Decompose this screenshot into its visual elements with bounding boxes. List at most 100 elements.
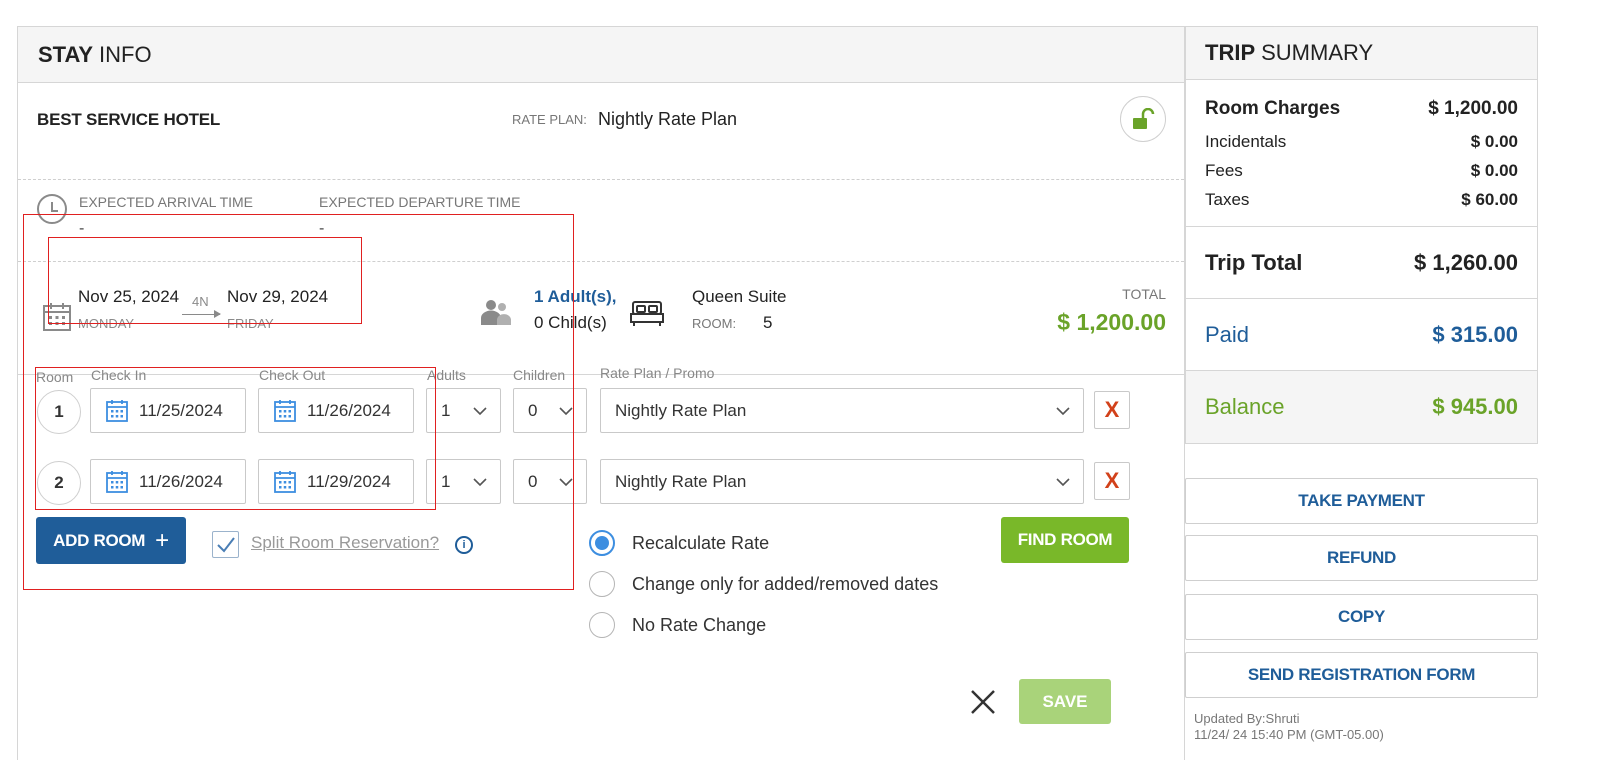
arrival-time-value: - <box>79 220 85 237</box>
chevron-down-icon <box>559 478 573 487</box>
paid-label: Paid <box>1205 321 1250 347</box>
fees-label: Fees <box>1205 161 1243 180</box>
rate-plan-value: Nightly Rate Plan <box>615 471 747 491</box>
add-room-label: ADD ROOM <box>53 530 146 550</box>
taxes-label: Taxes <box>1205 190 1250 209</box>
taxes-value: $ 60.00 <box>1461 190 1518 209</box>
balance-row: Balance $ 945.00 <box>1186 371 1537 443</box>
departure-time-label: EXPECTED DEPARTURE TIME <box>319 194 521 210</box>
room-number-badge: 2 <box>37 461 81 505</box>
trip-summary-title-bold: TRIP <box>1205 40 1256 65</box>
send-registration-form-button[interactable]: SEND REGISTRATION FORM <box>1185 652 1538 698</box>
trip-summary-title: SUMMARY <box>1261 40 1374 65</box>
bed-icon <box>630 301 664 326</box>
copy-button[interactable]: COPY <box>1185 594 1538 640</box>
add-room-button[interactable]: ADD ROOM + <box>36 517 186 564</box>
fees-line: Fees $ 0.00 <box>1205 161 1518 181</box>
children-select[interactable]: 0 <box>513 459 587 504</box>
fees-value: $ 0.00 <box>1470 161 1518 180</box>
rate-plan-label: RATE PLAN: <box>512 112 587 127</box>
room-number-badge: 1 <box>37 390 81 434</box>
info-icon[interactable]: i <box>455 536 473 554</box>
check-in-input[interactable]: 11/25/2024 <box>90 388 246 433</box>
check-in-day: MONDAY <box>78 316 135 331</box>
col-check-out: Check Out <box>259 367 326 383</box>
chevron-down-icon <box>1056 478 1070 487</box>
refund-button[interactable]: REFUND <box>1185 535 1538 581</box>
chevron-down-icon <box>1056 407 1070 416</box>
trip-summary-header: TRIP SUMMARY <box>1186 27 1537 80</box>
check-out-input[interactable]: 11/26/2024 <box>258 388 414 433</box>
calendar-icon <box>105 399 129 423</box>
trip-total-value: $ 1,260.00 <box>1414 249 1518 275</box>
rate-plan-select[interactable]: Nightly Rate Plan <box>600 388 1084 433</box>
departure-time-value: - <box>319 220 325 237</box>
check-in-value: 11/26/2024 <box>139 471 223 491</box>
check-in-value: 11/25/2024 <box>139 400 223 420</box>
check-out-date: Nov 29, 2024 <box>227 287 329 306</box>
guests-icon <box>481 300 511 325</box>
stay-summary-row: Nov 25, 2024 MONDAY 4N Nov 29, 2024 FRID… <box>18 262 1184 375</box>
adults-select[interactable]: 1 <box>426 459 501 504</box>
check-out-input[interactable]: 11/29/2024 <box>258 459 414 504</box>
hotel-name: BEST SERVICE HOTEL <box>37 110 221 129</box>
close-icon[interactable] <box>967 686 999 718</box>
adults-link[interactable]: 1 Adult(s), <box>534 287 616 307</box>
room-charges-value: $ 1,200.00 <box>1428 98 1518 119</box>
col-check-in: Check In <box>91 367 147 383</box>
paid-value: $ 315.00 <box>1432 321 1518 347</box>
split-room-checkbox[interactable] <box>212 531 239 558</box>
no-rate-change-label[interactable]: No Rate Change <box>632 615 766 636</box>
take-payment-button[interactable]: TAKE PAYMENT <box>1185 478 1538 524</box>
nights-count: 4N <box>192 294 209 309</box>
clock-icon <box>37 194 67 224</box>
remove-room-button[interactable]: X <box>1094 391 1130 429</box>
unlock-icon <box>1133 108 1155 129</box>
incidentals-label: Incidentals <box>1205 132 1287 151</box>
nights-arrow <box>182 310 221 318</box>
plus-icon: + <box>155 526 169 554</box>
trip-total-label: Trip Total <box>1205 249 1303 275</box>
taxes-line: Taxes $ 60.00 <box>1205 190 1518 210</box>
balance-label: Balance <box>1205 394 1285 419</box>
chevron-down-icon <box>473 407 487 416</box>
col-rate-plan: Rate Plan / Promo <box>600 365 715 381</box>
adults-value: 1 <box>441 400 451 420</box>
calendar-icon <box>43 303 71 331</box>
calendar-icon <box>273 399 297 423</box>
children-value: 0 <box>528 400 538 420</box>
close-icon: X <box>1104 468 1120 493</box>
remove-room-button[interactable]: X <box>1094 462 1130 500</box>
find-room-button[interactable]: FIND ROOM <box>1001 517 1129 563</box>
rate-plan-select[interactable]: Nightly Rate Plan <box>600 459 1084 504</box>
room-charges-label: Room Charges <box>1205 98 1341 119</box>
radio-no-rate-change[interactable] <box>589 612 615 638</box>
trip-summary-panel: TRIP SUMMARY Room Charges $ 1,200.00 Inc… <box>1185 26 1538 444</box>
room-label: ROOM: <box>692 316 737 331</box>
calendar-icon <box>105 470 129 494</box>
check-out-value: 11/29/2024 <box>307 471 391 491</box>
room-charges-line: Room Charges $ 1,200.00 <box>1205 98 1518 120</box>
recalculate-rate-label[interactable]: Recalculate Rate <box>632 533 769 554</box>
unlock-button[interactable] <box>1120 96 1166 142</box>
chevron-down-icon <box>559 407 573 416</box>
rate-plan-value: Nightly Rate Plan <box>598 109 738 129</box>
updated-at: 11/24/ 24 15:40 PM (GMT-05.00) <box>1194 727 1384 742</box>
updated-by: Updated By:Shruti <box>1194 711 1300 726</box>
save-button[interactable]: SAVE <box>1019 679 1111 724</box>
adults-select[interactable]: 1 <box>426 388 501 433</box>
paid-row: Paid $ 315.00 <box>1186 299 1537 371</box>
close-icon: X <box>1104 397 1120 422</box>
split-room-link[interactable]: Split Room Reservation? <box>251 533 439 553</box>
radio-recalculate-rate[interactable] <box>589 530 615 556</box>
incidentals-line: Incidentals $ 0.00 <box>1205 132 1518 152</box>
children-select[interactable]: 0 <box>513 388 587 433</box>
change-added-removed-label[interactable]: Change only for added/removed dates <box>632 574 938 595</box>
room-number: 5 <box>763 313 773 332</box>
trip-total-row: Trip Total $ 1,260.00 <box>1186 227 1537 299</box>
children-value: 0 <box>528 471 538 491</box>
check-in-input[interactable]: 11/26/2024 <box>90 459 246 504</box>
radio-change-added-removed[interactable] <box>589 571 615 597</box>
updated-info: Updated By:Shruti 11/24/ 24 15:40 PM (GM… <box>1194 711 1384 743</box>
stay-info-title: INFO <box>99 41 152 67</box>
